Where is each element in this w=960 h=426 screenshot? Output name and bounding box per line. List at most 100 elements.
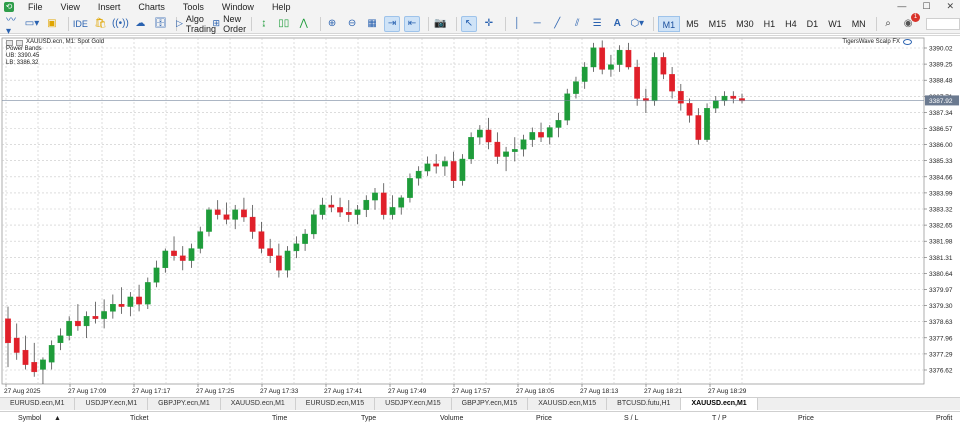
ide-button[interactable]: IDE	[72, 16, 88, 32]
algo-trading-button[interactable]: ▷ Algo Trading	[176, 14, 216, 34]
timeframe-m30[interactable]: M30	[732, 16, 758, 32]
zoom-out-icon[interactable]: ⊖	[344, 16, 360, 32]
menu-charts[interactable]: Charts	[130, 2, 175, 12]
tile-windows-icon[interactable]: ▦	[364, 16, 380, 32]
chart-tab[interactable]: GBPJPY.ecn,M15	[452, 398, 529, 410]
chart-trade-icon[interactable]	[16, 39, 23, 46]
chart-menu-icon[interactable]	[6, 39, 13, 46]
search-input[interactable]	[926, 17, 960, 30]
col-price[interactable]: Price	[798, 415, 814, 422]
col-profit[interactable]: Profit	[936, 415, 952, 422]
candles-icon[interactable]: ▯▯	[276, 16, 292, 32]
price-axis-label: 3387.34	[929, 110, 953, 117]
search-icon[interactable]: ⌕	[880, 16, 896, 32]
timeframe-m5[interactable]: M5	[682, 16, 703, 32]
bear-candle	[223, 214, 230, 220]
vps-icon[interactable]: ☁	[132, 16, 148, 32]
bull-candle	[153, 267, 160, 283]
chart-tab-active[interactable]: XAUUSD.ecn,M1	[681, 398, 758, 410]
bull-candle	[319, 204, 326, 215]
time-axis-label: 27 Aug 17:25	[196, 388, 235, 395]
notifications-button[interactable]: ◉ 1	[900, 12, 921, 32]
timeframe-m15[interactable]: M15	[705, 16, 731, 32]
eye-icon[interactable]	[903, 39, 912, 45]
bull-candle	[476, 129, 483, 138]
candlestick-chart[interactable]: 3390.023389.253388.483387.713387.343386.…	[0, 36, 960, 398]
bear-candle	[380, 192, 387, 215]
chart-shift-icon[interactable]: ⇤	[404, 15, 421, 32]
chart-tab[interactable]: EURUSD.ecn,M15	[296, 398, 376, 410]
chart-area[interactable]: 3390.023389.253388.483387.713387.343386.…	[0, 35, 960, 397]
bear-candle	[5, 318, 11, 344]
screenshot-icon[interactable]: 📷	[432, 16, 448, 32]
menu-insert[interactable]: Insert	[90, 2, 131, 12]
chart-tab[interactable]: GBPJPY.ecn,M1	[148, 398, 221, 410]
chart-tab[interactable]: USDJPY.ecn,M1	[75, 398, 149, 410]
bar-chart-icon[interactable]: ↨	[256, 16, 272, 32]
bull-candle	[468, 137, 474, 160]
trendline-icon[interactable]: ╱	[549, 16, 565, 32]
chart-type-icon[interactable]: 〰▾	[4, 15, 20, 37]
bear-candle	[538, 132, 544, 138]
menu-file[interactable]: File	[20, 2, 53, 12]
new-order-button[interactable]: ⊞ New Order	[213, 14, 247, 34]
col-symbol[interactable]: Symbol	[18, 415, 41, 422]
menu-tools[interactable]: Tools	[175, 2, 214, 12]
close-button[interactable]: ✕	[946, 1, 954, 12]
menu-window[interactable]: Window	[214, 2, 264, 12]
menu-view[interactable]: View	[53, 2, 90, 12]
cursor-icon[interactable]: ↖	[460, 15, 477, 32]
chart-tab[interactable]: XAUUSD.ecn,M15	[528, 398, 608, 410]
price-axis-label: 3380.64	[929, 271, 953, 278]
bull-candle	[407, 178, 413, 198]
shapes-icon[interactable]: ⬡▾	[629, 16, 645, 32]
menu-help[interactable]: Help	[264, 2, 301, 12]
bear-candle	[267, 248, 274, 256]
autoscroll-icon[interactable]: ⇥	[384, 15, 401, 32]
chart-tab[interactable]: XAUUSD.ecn,M1	[221, 398, 296, 410]
col-tp[interactable]: T / P	[712, 415, 727, 422]
bear-candle	[599, 47, 606, 70]
timeframe-d1[interactable]: D1	[803, 16, 823, 32]
bear-candle	[276, 255, 282, 271]
fibonacci-icon[interactable]: ☰	[589, 16, 605, 32]
minimize-button[interactable]: —	[897, 1, 906, 12]
text-tool-icon[interactable]: A	[609, 16, 625, 32]
col-ticket[interactable]: Ticket	[130, 415, 148, 422]
timeframe-h4[interactable]: H4	[781, 16, 801, 32]
time-axis-label: 27 Aug 18:05	[516, 388, 555, 395]
timeframe-mn[interactable]: MN	[848, 16, 870, 32]
bull-candle	[546, 127, 553, 138]
timeframe-w1[interactable]: W1	[824, 16, 846, 32]
col-sl[interactable]: S / L	[624, 415, 638, 422]
col-time[interactable]: Time	[272, 415, 287, 422]
sort-arrow-icon[interactable]: ▲	[54, 415, 61, 422]
bear-candle	[214, 209, 221, 215]
bull-candle	[511, 149, 518, 152]
bull-candle	[573, 81, 579, 94]
horizontal-line-icon[interactable]: ─	[529, 16, 545, 32]
database-icon[interactable]: 🗄	[152, 16, 168, 32]
signals-icon[interactable]: ((•))	[112, 16, 129, 32]
right-indicator-name: TigersWave Scalp FX	[842, 39, 900, 45]
channel-icon[interactable]: ⫽	[569, 16, 585, 32]
profiles-icon[interactable]: ▭▾	[24, 16, 40, 32]
crosshair-icon[interactable]: ✛	[481, 16, 497, 32]
maximize-button[interactable]: ☐	[922, 1, 930, 12]
price-axis-label: 3381.31	[929, 255, 953, 262]
timeframe-h1[interactable]: H1	[760, 16, 780, 32]
chart-tab[interactable]: USDJPY.ecn,M15	[375, 398, 452, 410]
col-volume[interactable]: Volume	[440, 415, 463, 422]
line-chart-icon[interactable]: ⋀	[296, 16, 312, 32]
bull-candle	[555, 120, 562, 128]
vertical-line-icon[interactable]: │	[509, 16, 525, 32]
timeframe-m1[interactable]: M1	[657, 15, 681, 32]
col-type[interactable]: Type	[361, 415, 376, 422]
zoom-in-icon[interactable]: ⊕	[324, 16, 340, 32]
market-icon[interactable]: 🛍	[92, 16, 108, 32]
chart-tab[interactable]: BTCUSD.futu,H1	[607, 398, 682, 410]
templates-icon[interactable]: ▣	[44, 16, 60, 32]
time-axis-label: 27 Aug 18:29	[708, 388, 747, 395]
col-open-price[interactable]: Price	[536, 415, 552, 422]
chart-tab[interactable]: EURUSD.ecn,M1	[0, 398, 76, 410]
